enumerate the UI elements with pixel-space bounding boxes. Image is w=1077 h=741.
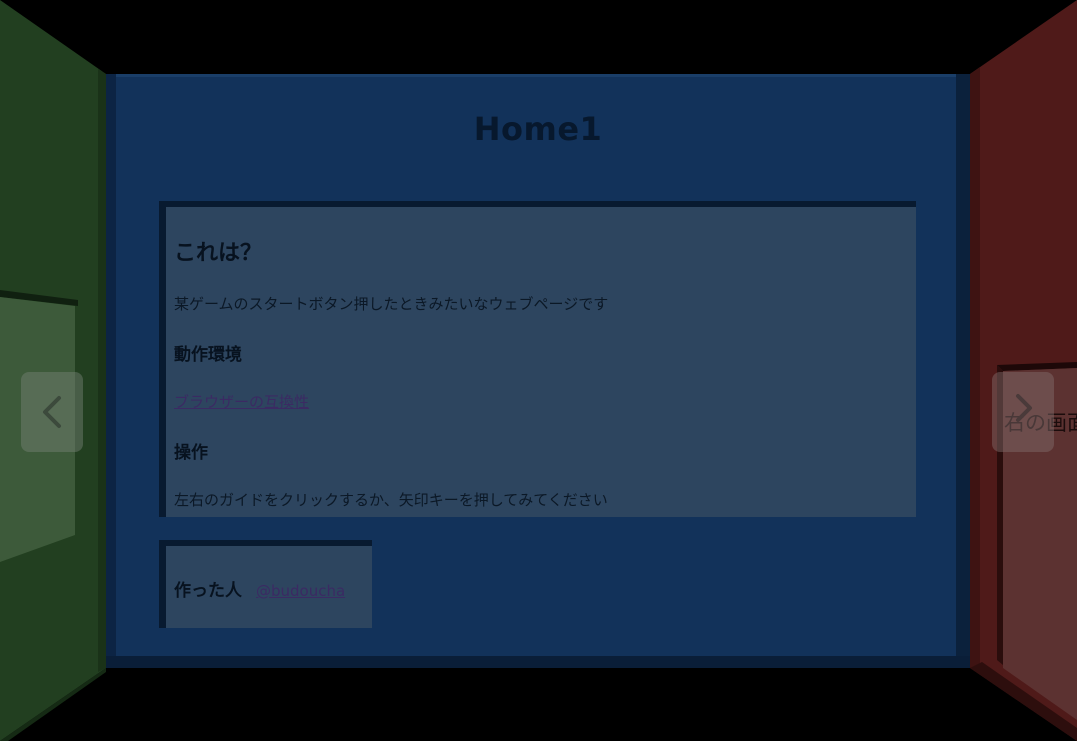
next-screen-button[interactable]	[992, 372, 1054, 452]
front-wall-edge-bottom	[106, 656, 970, 668]
front-wall-edge-left	[106, 74, 116, 668]
front-wall: Home1 これは？ 某ゲームのスタートボタン押したときみたいなウェブページです…	[106, 74, 970, 668]
author-link[interactable]: @budoucha	[256, 582, 345, 600]
ops-text: 左右のガイドをクリックするか、矢印キーを押してみてください	[174, 491, 608, 509]
info-card: これは？ 某ゲームのスタートボタン押したときみたいなウェブページです 動作環境 …	[159, 201, 916, 517]
compat-link[interactable]: ブラウザーの互換性	[174, 393, 309, 411]
author-label: 作った人	[174, 581, 242, 601]
left-wall	[0, 0, 106, 741]
ops-heading: 操作	[174, 443, 208, 463]
front-wall-edge-right	[956, 74, 970, 668]
stage: Home1 これは？ 某ゲームのスタートボタン押したときみたいなウェブページです…	[0, 0, 1077, 741]
prev-screen-button[interactable]	[21, 372, 83, 452]
chevron-left-icon	[43, 396, 61, 428]
info-description: 某ゲームのスタートボタン押したときみたいなウェブページです	[174, 295, 609, 313]
info-heading: これは？	[174, 241, 263, 266]
front-wall-edge-top	[106, 74, 970, 77]
env-heading: 動作環境	[174, 345, 242, 365]
chevron-right-icon	[1016, 394, 1032, 422]
page-title: Home1	[473, 110, 603, 148]
env-link-row: ブラウザーの互換性	[174, 391, 916, 412]
author-card: 作った人 @budoucha	[159, 540, 372, 628]
